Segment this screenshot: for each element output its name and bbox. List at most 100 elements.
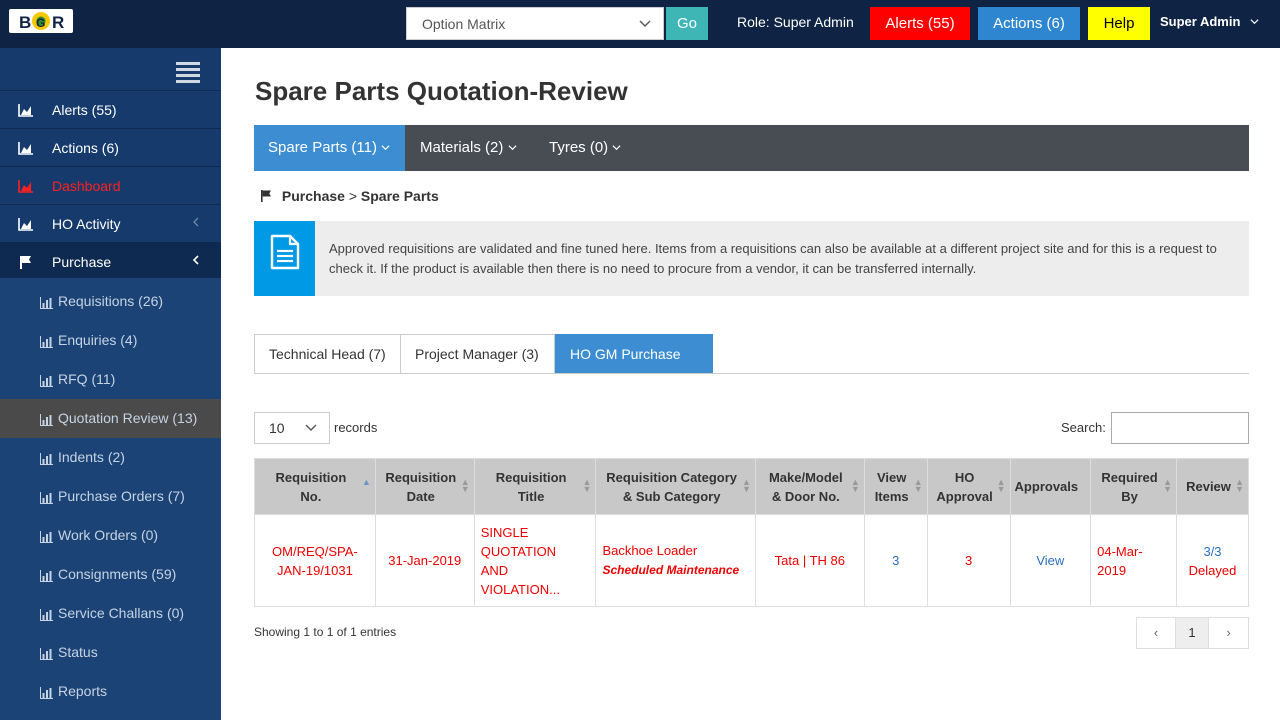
alerts-button[interactable]: Alerts (55): [870, 7, 970, 40]
breadcrumb-separator: >: [348, 188, 358, 204]
help-button[interactable]: Help: [1088, 7, 1150, 40]
column-header-view-items[interactable]: View Items ▲ ▼: [863, 458, 928, 515]
bar-chart-icon: [40, 647, 53, 660]
sort-icon: ▲ ▼: [582, 477, 592, 494]
review-link[interactable]: 3/3 Delayed: [1176, 514, 1249, 607]
pagination-prev[interactable]: ‹: [1137, 618, 1176, 648]
column-header-requisition-title[interactable]: Requisition Title ▲ ▼: [473, 458, 597, 515]
approvals-view-link[interactable]: View: [1009, 514, 1092, 607]
column-header-category[interactable]: Requisition Category & Sub Category ▲ ▼: [595, 458, 756, 515]
pagination-next[interactable]: ›: [1209, 618, 1248, 648]
svg-text:R: R: [52, 13, 64, 32]
submenu-item-rfq[interactable]: RFQ (11): [0, 360, 221, 399]
column-header-requisition-no[interactable]: Requisition No. ▲: [254, 458, 376, 515]
cell-requisition-no: OM/REQ/SPA- JAN-19/1031: [254, 514, 376, 607]
submenu-item-requisitions[interactable]: Requisitions (26): [0, 282, 221, 321]
svg-text:B: B: [19, 13, 31, 32]
column-header-required-by[interactable]: Required By ▲ ▼: [1090, 458, 1178, 515]
tab-project-manager[interactable]: Project Manager (3): [400, 334, 555, 374]
module-select[interactable]: Option Matrix: [406, 7, 664, 40]
cell-requisition-date: 31-Jan-2019: [374, 514, 475, 607]
column-header-review[interactable]: Review ▲ ▼: [1176, 458, 1249, 515]
sidebar-item-dashboard[interactable]: Dashboard: [0, 166, 221, 204]
submenu-item-reports[interactable]: Reports: [0, 672, 221, 711]
sort-icon: ▲ ▼: [996, 477, 1006, 494]
tab-materials[interactable]: Materials (2): [406, 125, 531, 171]
sidebar-item-ho-activity[interactable]: HO Activity: [0, 204, 221, 242]
sidebar: Alerts (55) Actions (6) Dashboard HO Act…: [0, 48, 221, 720]
sidebar-item-label: Alerts (55): [52, 102, 117, 118]
hamburger-menu-icon[interactable]: [176, 62, 200, 83]
submenu-item-label: Work Orders (0): [58, 527, 159, 543]
tab-spare-parts[interactable]: Spare Parts (11): [254, 125, 405, 171]
table-row[interactable]: OM/REQ/SPA- JAN-19/1031 31-Jan-2019 SINGL…: [254, 514, 1249, 607]
sort-icon: ▲ ▼: [850, 477, 860, 494]
tab-tyres[interactable]: Tyres (0): [535, 125, 635, 171]
cell-ho-approval: 3: [926, 514, 1011, 607]
user-name: Super Admin: [1160, 14, 1241, 29]
module-select-value: Option Matrix: [422, 16, 506, 32]
tab-label: Materials (2): [420, 139, 504, 156]
sort-icon: ▲ ▼: [1163, 477, 1173, 494]
flag-icon: [18, 255, 34, 269]
pagination-page-1[interactable]: 1: [1176, 618, 1209, 648]
bar-chart-icon: [40, 686, 53, 699]
sort-icon: ▲ ▼: [1235, 477, 1244, 494]
tab-technical-head[interactable]: Technical Head (7): [254, 334, 401, 374]
actions-button[interactable]: Actions (6): [978, 7, 1080, 40]
page-length-value: 10: [269, 420, 285, 436]
sidebar-item-purchase[interactable]: Purchase: [0, 242, 221, 280]
purchase-submenu: Requisitions (26) Enquiries (4) RFQ (11)…: [0, 278, 221, 720]
page-length-select[interactable]: 10: [254, 412, 330, 444]
submenu-item-purchase-orders[interactable]: Purchase Orders (7): [0, 477, 221, 516]
tab-ho-gm-purchase[interactable]: HO GM Purchase (1): [555, 334, 713, 400]
submenu-item-enquiries[interactable]: Enquiries (4): [0, 321, 221, 360]
column-header-requisition-date[interactable]: Requisition Date ▲ ▼: [374, 458, 475, 515]
area-chart-icon: [18, 179, 34, 193]
area-chart-icon: [18, 103, 34, 117]
cell-required-by: 04-Mar- 2019: [1090, 514, 1178, 607]
submenu-item-status[interactable]: Status: [0, 633, 221, 672]
chevron-down-icon: [381, 139, 390, 156]
chevron-left-icon: [192, 215, 200, 231]
sort-icon: ▲ ▼: [460, 477, 470, 494]
submenu-item-label: RFQ (11): [58, 371, 116, 387]
search-input[interactable]: [1111, 412, 1249, 444]
submenu-item-work-orders[interactable]: Work Orders (0): [0, 516, 221, 555]
bar-chart-icon: [40, 608, 53, 621]
sort-icon: ▲ ▼: [741, 477, 751, 494]
sidebar-item-alerts[interactable]: Alerts (55): [0, 90, 221, 128]
chevron-down-icon: [1250, 14, 1259, 29]
user-menu[interactable]: Super Admin: [1160, 14, 1259, 29]
bar-chart-icon: [40, 491, 53, 504]
breadcrumb-current: Spare Parts: [360, 188, 439, 204]
sidebar-item-actions[interactable]: Actions (6): [0, 128, 221, 166]
info-callout: Approved requisitions are validated and …: [254, 221, 1249, 296]
brand-logo[interactable]: B G R: [8, 6, 74, 36]
go-button[interactable]: Go: [666, 7, 708, 40]
sidebar-item-label: HO Activity: [52, 216, 121, 232]
breadcrumb-root[interactable]: Purchase: [282, 188, 345, 204]
submenu-item-label: Enquiries (4): [58, 332, 138, 348]
chevron-down-icon: [639, 16, 651, 32]
column-header-make-model[interactable]: Make/Model & Door No. ▲ ▼: [754, 458, 865, 515]
divider: [254, 373, 1249, 374]
submenu-item-label: Requisitions (26): [58, 293, 164, 309]
submenu-item-indents[interactable]: Indents (2): [0, 438, 221, 477]
column-header-approvals: Approvals: [1009, 458, 1092, 515]
sidebar-item-label: Purchase: [52, 254, 112, 270]
submenu-item-label: Quotation Review (13): [58, 410, 198, 426]
column-header-ho-approval[interactable]: HO Approval ▲ ▼: [926, 458, 1011, 515]
view-items-link[interactable]: 3: [863, 514, 928, 607]
submenu-item-label: Reports: [58, 683, 108, 699]
bar-chart-icon: [40, 530, 53, 543]
submenu-item-consignments[interactable]: Consignments (59): [0, 555, 221, 594]
bar-chart-icon: [40, 452, 53, 465]
submenu-item-service-challans[interactable]: Service Challans (0): [0, 594, 221, 633]
sidebar-item-label: Dashboard: [52, 178, 121, 194]
submenu-item-label: Status: [58, 644, 98, 660]
page-title: Spare Parts Quotation-Review: [255, 76, 628, 106]
chevron-left-icon: [192, 253, 200, 269]
submenu-item-quotation-review[interactable]: Quotation Review (13): [0, 399, 221, 438]
cell-requisition-title: SINGLE QUOTATION AND VIOLATION...: [473, 514, 597, 607]
